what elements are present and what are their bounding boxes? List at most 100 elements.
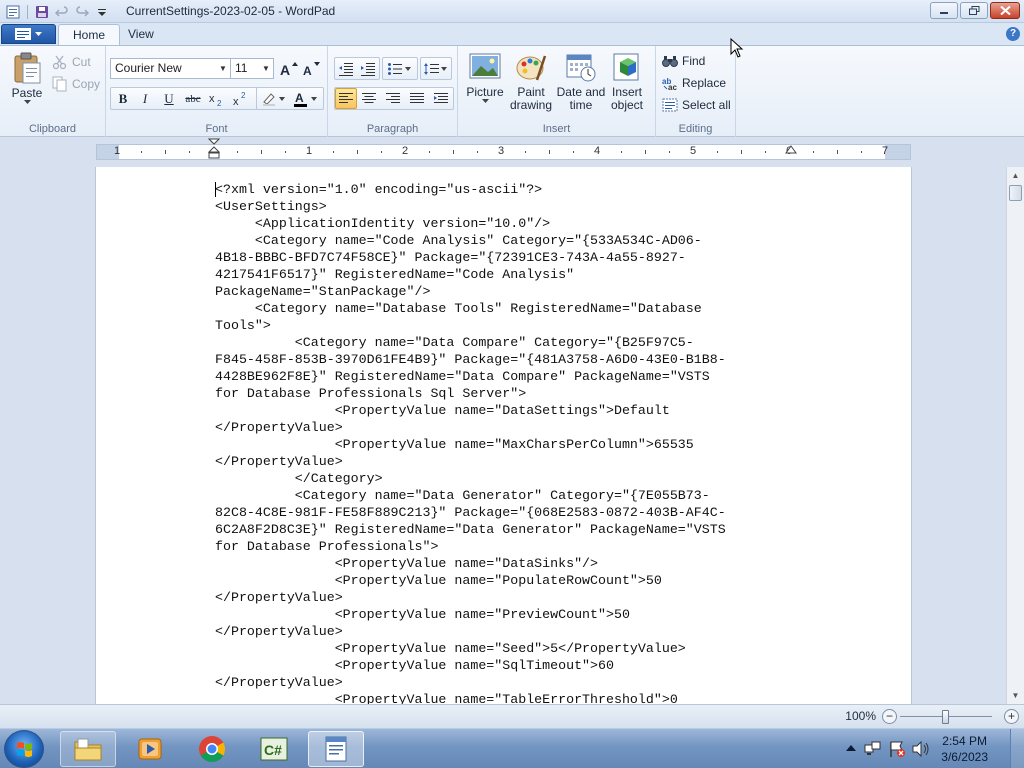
taskbar-csharp[interactable]: C#	[246, 731, 302, 767]
chrome-icon	[199, 736, 226, 763]
scroll-up-arrow-icon[interactable]: ▲	[1007, 167, 1024, 184]
ruler-number: 4	[593, 145, 601, 157]
taskbar-wordpad[interactable]	[308, 731, 364, 767]
subscript-button[interactable]: x2	[206, 88, 228, 109]
scroll-down-arrow-icon[interactable]: ▼	[1007, 687, 1024, 704]
redo-icon[interactable]	[73, 3, 91, 20]
replace-button[interactable]: ab ac Replace	[662, 73, 726, 93]
grow-font-button[interactable]: A	[278, 58, 300, 79]
picture-icon	[469, 53, 501, 79]
underline-button[interactable]: U	[158, 88, 180, 109]
document-line: <PropertyValue name="DataSinks"/>	[215, 556, 599, 571]
paint-drawing-button[interactable]: Paint drawing	[508, 52, 554, 112]
vertical-scrollbar[interactable]: ▲ ▼	[1006, 167, 1024, 704]
insert-object-button[interactable]: Insert object	[606, 52, 648, 112]
ruler-tick	[813, 151, 814, 153]
strikethrough-icon: abc	[185, 92, 201, 105]
ruler-tick	[861, 151, 862, 153]
font-size-select[interactable]: 11 ▼	[230, 58, 274, 79]
taskbar-explorer[interactable]	[60, 731, 116, 767]
decrease-indent-icon	[339, 62, 353, 76]
zoom-slider-thumb[interactable]	[942, 710, 949, 724]
taskbar-media-player[interactable]	[122, 731, 178, 767]
ruler-tick	[285, 151, 286, 153]
network-icon[interactable]	[864, 741, 882, 757]
tab-home[interactable]: Home	[58, 24, 121, 45]
svg-text:x: x	[209, 93, 215, 105]
application-menu-button[interactable]	[1, 24, 56, 44]
align-right-button[interactable]	[382, 88, 404, 109]
italic-button[interactable]: I	[134, 88, 156, 109]
action-center-flag-icon[interactable]	[888, 740, 906, 758]
line-spacing-icon	[424, 62, 447, 75]
document-page[interactable]: <?xml version="1.0" encoding="us-ascii"?…	[95, 167, 912, 704]
document-line: </PropertyValue>	[215, 454, 343, 469]
app-menu-icon	[15, 28, 31, 40]
select-all-icon	[662, 98, 678, 112]
minimize-button[interactable]	[930, 2, 958, 19]
maximize-button[interactable]	[960, 2, 988, 19]
editing-group: Find ab ac Replace Select all Editing	[656, 46, 736, 138]
line-spacing-button[interactable]	[421, 58, 451, 79]
window-title: CurrentSettings-2023-02-05 - WordPad	[126, 4, 336, 18]
document-line: <Category name="Data Generator" Category…	[215, 488, 710, 503]
customize-qat-chevron-icon[interactable]	[93, 3, 111, 20]
document-text[interactable]: <?xml version="1.0" encoding="us-ascii"?…	[215, 181, 726, 704]
picture-button[interactable]: Picture	[464, 52, 506, 104]
wordpad-app-icon[interactable]	[4, 3, 22, 20]
decrease-indent-button[interactable]	[335, 58, 357, 79]
volume-icon[interactable]	[912, 741, 930, 757]
help-icon[interactable]: ?	[1006, 27, 1020, 41]
indent-marker-icon[interactable]	[208, 138, 220, 162]
document-line: for Database Professionals Sql Server">	[215, 386, 527, 401]
select-all-button[interactable]: Select all	[662, 95, 731, 115]
zoom-in-button[interactable]: +	[1004, 709, 1019, 724]
superscript-button[interactable]: x2	[230, 88, 252, 109]
date-time-button[interactable]: Date and time	[556, 52, 606, 112]
tab-view[interactable]: View	[114, 24, 168, 45]
increase-indent-button[interactable]	[357, 58, 379, 79]
text-color-icon: A	[294, 91, 317, 107]
ruler-tick	[477, 151, 478, 153]
right-indent-marker-icon[interactable]	[785, 143, 797, 155]
show-hidden-icons-chevron-icon[interactable]	[846, 744, 856, 752]
taskbar-clock[interactable]: 2:54 PM 3/6/2023	[941, 733, 988, 765]
strikethrough-button[interactable]: abc	[182, 88, 204, 109]
bold-icon: B	[118, 90, 128, 106]
font-group: Courier New ▼ 11 ▼ A A B I U abc x2 x2 A	[106, 46, 328, 138]
bold-button[interactable]: B	[112, 88, 134, 109]
copy-button[interactable]: Copy	[52, 74, 100, 94]
ruler-number: 2	[401, 145, 409, 157]
show-desktop-button[interactable]	[1010, 729, 1024, 768]
ruler-tick	[573, 151, 574, 153]
save-icon[interactable]	[33, 3, 51, 20]
close-button[interactable]	[990, 2, 1020, 19]
align-center-button[interactable]	[358, 88, 380, 109]
title-bar: CurrentSettings-2023-02-05 - WordPad	[0, 0, 1024, 23]
align-left-button[interactable]	[335, 88, 357, 109]
start-button[interactable]	[4, 730, 44, 768]
highlight-color-button[interactable]	[258, 88, 290, 109]
font-family-select[interactable]: Courier New ▼	[110, 58, 231, 79]
paragraph-icon	[434, 92, 448, 103]
bullets-button[interactable]	[384, 58, 416, 79]
paragraph-settings-button[interactable]	[430, 88, 452, 109]
zoom-out-button[interactable]: −	[882, 709, 897, 724]
paste-button[interactable]: Paste	[8, 52, 46, 105]
chevron-down-icon	[23, 100, 31, 104]
clipboard-group-label: Clipboard	[28, 123, 77, 135]
taskbar-chrome[interactable]	[184, 731, 240, 767]
cut-button[interactable]: Cut	[52, 52, 91, 72]
undo-icon[interactable]	[53, 3, 71, 20]
scrollbar-thumb[interactable]	[1009, 185, 1022, 201]
document-line: <Category name="Data Compare" Category="…	[215, 335, 694, 350]
document-line: for Database Professionals">	[215, 539, 439, 554]
shrink-font-button[interactable]: A	[300, 58, 322, 79]
text-color-button[interactable]: A	[290, 88, 322, 109]
find-button[interactable]: Find	[662, 51, 705, 71]
windows-logo-icon	[17, 742, 32, 757]
justify-button[interactable]	[406, 88, 428, 109]
document-area: <?xml version="1.0" encoding="us-ascii"?…	[0, 167, 1006, 704]
horizontal-ruler[interactable]: 1 1 2 3 4 5 6 7	[96, 138, 911, 160]
insert-group-label: Insert	[542, 123, 571, 135]
